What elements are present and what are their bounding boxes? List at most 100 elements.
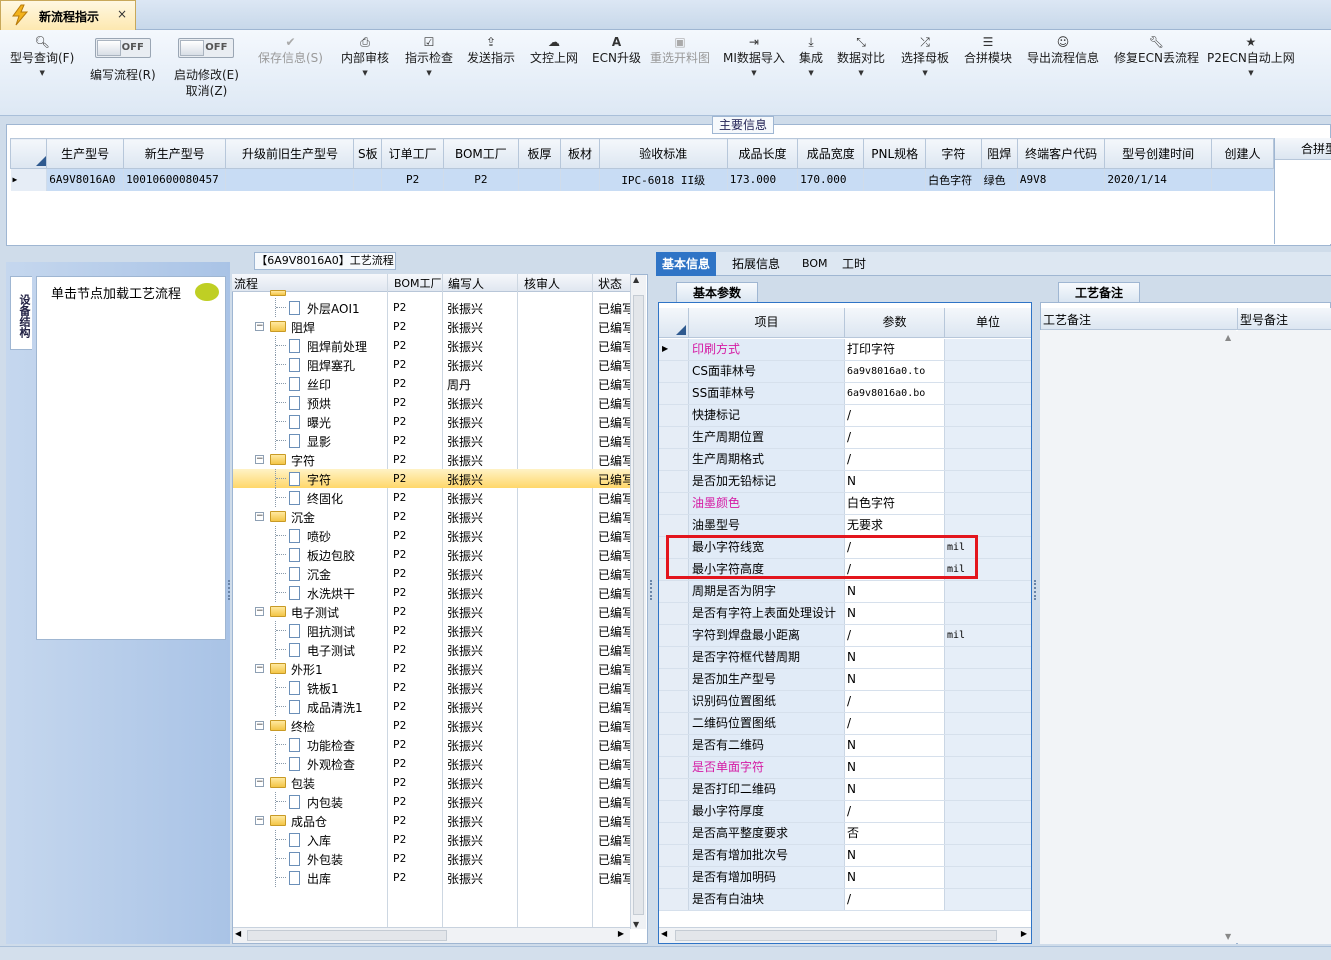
main-cell[interactable]: P2 xyxy=(443,168,519,191)
main-col-header[interactable]: 新生产型号 xyxy=(123,138,227,169)
chevron-down-icon[interactable]: ▼ xyxy=(799,66,823,80)
row-selector[interactable] xyxy=(659,713,689,734)
row-selector[interactable] xyxy=(659,493,689,514)
tab-work-hours[interactable]: 工时 xyxy=(836,252,872,276)
collapse-icon[interactable]: − xyxy=(255,322,264,331)
param-value[interactable]: N xyxy=(845,471,945,492)
tree-row[interactable]: 外观检查 P2 张振兴 已编写 xyxy=(233,754,630,773)
tree-row[interactable]: − 终检 P2 张振兴 已编写 xyxy=(233,716,630,735)
param-row[interactable]: 是否有字符上表面处理设计 N xyxy=(659,603,1031,625)
main-cell[interactable]: 2020/1/14 xyxy=(1104,168,1212,191)
process-notes-textarea[interactable] xyxy=(1040,330,1236,944)
tab-basic-params[interactable]: 基本参数 xyxy=(676,282,758,302)
param-value[interactable]: N xyxy=(845,867,945,888)
param-row[interactable]: 二维码位置图纸 / xyxy=(659,713,1031,735)
param-value[interactable]: N xyxy=(845,757,945,778)
param-row[interactable]: 是否高平整度要求否 xyxy=(659,823,1031,845)
tree-row[interactable]: − 成品仓 P2 张振兴 已编写 xyxy=(233,811,630,830)
notes-col-process[interactable]: 工艺备注 xyxy=(1043,311,1091,328)
splitter-grip-right[interactable] xyxy=(1034,580,1038,600)
main-col-header[interactable]: 验收标准 xyxy=(598,138,728,169)
chevron-down-icon[interactable]: ▼ xyxy=(1207,66,1295,80)
param-value[interactable]: 6a9v8016a0.bo xyxy=(845,383,945,404)
main-col-header[interactable]: 订单工厂 xyxy=(381,138,445,169)
params-col-item[interactable]: 项目 xyxy=(689,308,845,337)
row-selector[interactable] xyxy=(659,361,689,382)
param-value[interactable]: 无要求 xyxy=(845,515,945,536)
tree-row[interactable]: − 阻焊 P2 张振兴 已编写 xyxy=(233,317,630,336)
tab-close-icon[interactable]: × xyxy=(117,7,127,21)
tree-row[interactable]: 出库 P2 张振兴 已编写 xyxy=(233,868,630,887)
row-selector[interactable] xyxy=(659,669,689,690)
internal-review-button[interactable]: ⎙ 内部审核 ▼ xyxy=(341,34,389,80)
main-info-data-row[interactable]: ▶ 6A9V8016A0 10010600080457 P2 P2 IPC-6018 II… xyxy=(10,168,1274,191)
main-cell[interactable] xyxy=(353,168,383,191)
collapse-icon[interactable]: − xyxy=(255,607,264,616)
collapse-icon[interactable]: − xyxy=(255,512,264,521)
reselect-cut-drawing-button[interactable]: ▣ 重选开料图 xyxy=(650,34,710,66)
tree-row[interactable]: 板边包胶 P2 张振兴 已编写 xyxy=(233,545,630,564)
row-selector[interactable] xyxy=(659,845,689,866)
row-selector[interactable] xyxy=(659,801,689,822)
tree-row[interactable]: 外层AOI1 P2 张振兴 已编写 xyxy=(233,298,630,317)
tree-row[interactable]: 显影 P2 张振兴 已编写 xyxy=(233,431,630,450)
params-col-value[interactable]: 参数 xyxy=(845,308,945,337)
main-cell[interactable] xyxy=(560,168,600,191)
save-info-button[interactable]: ✔ 保存信息(S) xyxy=(258,34,323,66)
row-pointer-icon[interactable]: ▶ xyxy=(10,168,48,191)
export-flow-info-button[interactable]: ☺ 导出流程信息 xyxy=(1027,34,1099,66)
start-modify-toggle[interactable]: OFF 启动修改(E) 取消(Z) xyxy=(174,38,239,99)
tree-row[interactable]: − 字符 P2 张振兴 已编写 xyxy=(233,450,630,469)
row-selector[interactable] xyxy=(659,757,689,778)
chevron-down-icon[interactable]: ▼ xyxy=(405,66,453,80)
tree-col-author[interactable]: 编写人 xyxy=(448,275,484,292)
splitter-grip-middle[interactable] xyxy=(650,580,654,600)
cancel-label[interactable]: 取消(Z) xyxy=(174,83,239,99)
main-cell[interactable]: A9V8 xyxy=(1017,168,1106,191)
tree-row[interactable]: 阻焊塞孔 P2 张振兴 已编写 xyxy=(233,355,630,374)
main-cell[interactable]: 白色字符 xyxy=(925,168,982,191)
param-row[interactable]: SS面菲林号 6a9v8016a0.bo xyxy=(659,383,1031,405)
notes-col-model[interactable]: 型号备注 xyxy=(1240,311,1288,328)
row-selector[interactable] xyxy=(659,405,689,426)
row-selector[interactable] xyxy=(659,823,689,844)
main-col-header[interactable]: 升级前旧生产型号 xyxy=(225,138,355,169)
param-row[interactable]: 是否加生产型号 N xyxy=(659,669,1031,691)
tree-row[interactable]: 阻抗测试 P2 张振兴 已编写 xyxy=(233,621,630,640)
tree-row[interactable]: 铣板1 P2 张振兴 已编写 xyxy=(233,678,630,697)
row-selector[interactable] xyxy=(659,779,689,800)
param-row[interactable]: 是否字符框代替周期 N xyxy=(659,647,1031,669)
param-value[interactable]: N xyxy=(845,735,945,756)
param-value[interactable]: / xyxy=(845,449,945,470)
collapse-icon[interactable]: − xyxy=(255,664,264,673)
param-value[interactable]: N xyxy=(845,603,945,624)
chevron-down-icon[interactable]: ▼ xyxy=(341,66,389,80)
param-row[interactable]: 快捷标记 / xyxy=(659,405,1031,427)
select-mother-board-button[interactable]: ⤮ 选择母板 ▼ xyxy=(901,34,949,80)
param-value[interactable]: / xyxy=(845,405,945,426)
chevron-down-icon[interactable]: ▼ xyxy=(10,66,74,80)
main-col-header[interactable]: 型号创建时间 xyxy=(1104,138,1212,169)
param-row[interactable]: 是否有二维码 N xyxy=(659,735,1031,757)
chevron-down-icon[interactable]: ▼ xyxy=(837,66,885,80)
main-cell[interactable] xyxy=(225,168,355,191)
row-selector[interactable]: ▶ xyxy=(659,339,689,360)
param-row[interactable]: 字符到焊盘最小距离 / mil xyxy=(659,625,1031,647)
main-col-header[interactable]: 成品长度 xyxy=(726,138,799,169)
param-row[interactable]: 油墨型号 无要求 xyxy=(659,515,1031,537)
tree-vertical-scrollbar[interactable]: ▲ ▼ xyxy=(630,275,646,929)
param-row[interactable]: ▶ 印刷方式 打印字符 xyxy=(659,339,1031,361)
model-query-button[interactable]: 🔍︎ 型号查询(F) ▼ xyxy=(10,34,74,80)
tree-row[interactable]: − 沉金 P2 张振兴 已编写 xyxy=(233,507,630,526)
tab-bom[interactable]: BOM xyxy=(796,252,834,276)
tree-row[interactable]: 电子测试 P2 张振兴 已编写 xyxy=(233,640,630,659)
param-value[interactable]: N xyxy=(845,845,945,866)
tree-row[interactable]: 外包装 P2 张振兴 已编写 xyxy=(233,849,630,868)
param-value[interactable]: / xyxy=(845,801,945,822)
tree-row[interactable]: 字符 P2 张振兴 已编写 xyxy=(233,469,630,488)
param-value[interactable]: 打印字符 xyxy=(845,339,945,360)
param-value[interactable]: / xyxy=(845,427,945,448)
send-instruction-button[interactable]: ⇪ 发送指示 xyxy=(467,34,515,66)
main-cell[interactable]: 10010600080457 xyxy=(123,168,227,191)
start-modify-switch[interactable]: OFF xyxy=(178,38,235,58)
